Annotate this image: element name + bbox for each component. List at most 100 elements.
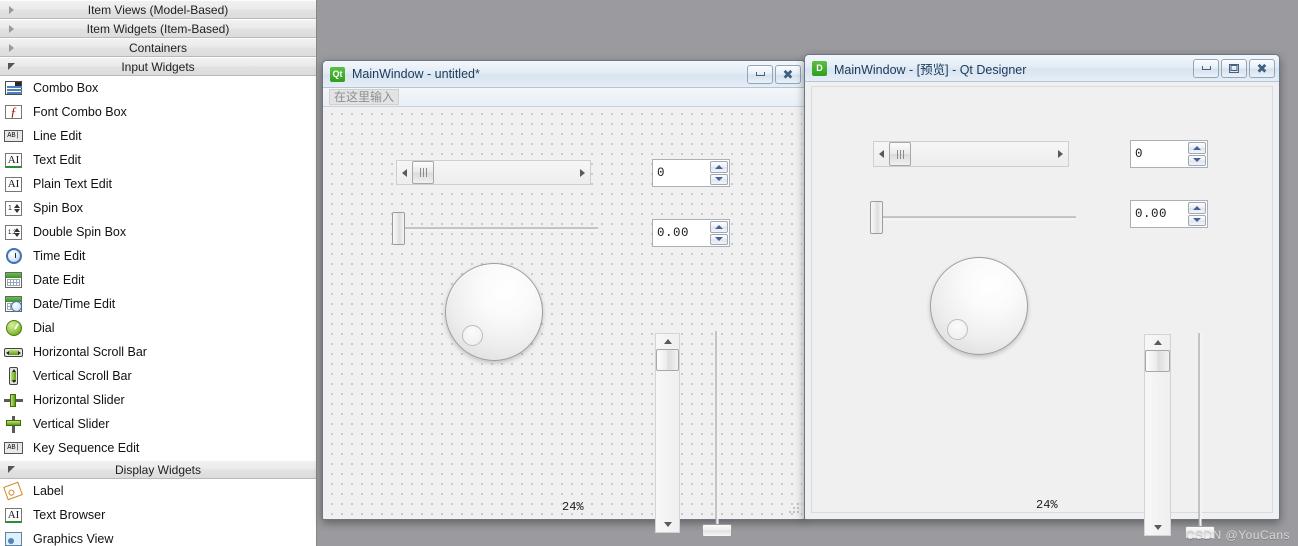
close-button[interactable]: ✖ <box>1249 58 1275 78</box>
group-input-widgets[interactable]: Input Widgets <box>0 57 316 76</box>
vertical-slider-widget[interactable] <box>702 331 732 537</box>
horizontal-scrollbar-widget[interactable] <box>396 160 591 185</box>
designer-window[interactable]: Qt MainWindow - untitled* ✖ 在这里输入 0 0.00… <box>322 60 806 537</box>
preview-titlebar[interactable]: D MainWindow - [预览] - Qt Designer ✖ <box>805 55 1279 82</box>
horizontal-slider-widget[interactable] <box>392 212 598 245</box>
widget-item-date-edit[interactable]: Date Edit <box>0 268 316 292</box>
progressbar-percent-label: 24% <box>1036 498 1058 512</box>
scroll-left-arrow-icon[interactable] <box>874 150 889 158</box>
dial-widget[interactable] <box>930 257 1028 355</box>
group-label: Input Widgets <box>121 59 195 74</box>
horizontal-scroll-bar-icon <box>3 343 25 361</box>
widget-item-time-edit[interactable]: Time Edit <box>0 244 316 268</box>
double-spinbox-widget[interactable]: 0.00 <box>652 219 730 247</box>
scrollbar-thumb[interactable] <box>889 142 911 166</box>
scroll-down-arrow-icon[interactable] <box>1153 520 1162 535</box>
designer-window-title: MainWindow - untitled* <box>352 67 480 81</box>
widget-item-line-edit[interactable]: AB| Line Edit <box>0 124 316 148</box>
double-spinbox-up-button[interactable] <box>710 221 728 233</box>
widget-item-text-browser[interactable]: AI Text Browser <box>0 503 316 527</box>
group-item-widgets[interactable]: Item Widgets (Item-Based) <box>0 19 316 38</box>
designer-titlebar[interactable]: Qt MainWindow - untitled* ✖ <box>323 61 805 88</box>
double-spinbox-down-button[interactable] <box>1188 214 1206 226</box>
double-spinbox-up-button[interactable] <box>1188 202 1206 214</box>
designer-logo-icon: D <box>812 60 827 76</box>
font-combo-box-icon: ƒ <box>3 103 25 121</box>
slider-handle[interactable] <box>392 212 405 245</box>
widget-item-vertical-slider[interactable]: Vertical Slider <box>0 412 316 436</box>
minimize-button[interactable] <box>747 64 773 84</box>
chevron-right-icon <box>0 43 22 52</box>
widget-item-vertical-scroll-bar[interactable]: Vertical Scroll Bar <box>0 364 316 388</box>
double-spinbox-down-button[interactable] <box>710 233 728 245</box>
scroll-right-arrow-icon[interactable] <box>575 168 590 177</box>
double-spinbox-steppers <box>1188 201 1207 227</box>
minimize-button[interactable] <box>1193 58 1219 78</box>
vertical-scrollbar-widget[interactable] <box>655 333 680 533</box>
widget-item-horizontal-scroll-bar[interactable]: Horizontal Scroll Bar <box>0 340 316 364</box>
widget-item-label: Horizontal Scroll Bar <box>33 345 147 359</box>
scroll-right-arrow-icon[interactable] <box>1053 150 1068 158</box>
widget-item-label: Dial <box>33 321 55 335</box>
widget-item-label: Font Combo Box <box>33 105 127 119</box>
date-edit-icon <box>3 271 25 289</box>
widget-item-spin-box[interactable]: 1 Spin Box <box>0 196 316 220</box>
widget-item-text-edit[interactable]: AI Text Edit <box>0 148 316 172</box>
designer-window-controls: ✖ <box>747 64 801 84</box>
combo-box-icon <box>3 79 25 97</box>
widget-item-combo-box[interactable]: Combo Box <box>0 76 316 100</box>
time-edit-icon <box>3 247 25 265</box>
widget-item-dial[interactable]: Dial <box>0 316 316 340</box>
vertical-scrollbar-thumb[interactable] <box>656 349 679 371</box>
scroll-left-arrow-icon[interactable] <box>397 168 412 177</box>
scroll-up-arrow-icon[interactable] <box>1153 335 1162 350</box>
horizontal-slider-widget[interactable] <box>870 201 1076 234</box>
widget-item-label[interactable]: Label <box>0 479 316 503</box>
group-containers[interactable]: Containers <box>0 38 316 57</box>
widget-item-plain-text-edit[interactable]: AI Plain Text Edit <box>0 172 316 196</box>
double-spinbox-value[interactable]: 0.00 <box>1135 207 1188 221</box>
close-button[interactable]: ✖ <box>775 64 801 84</box>
widget-item-label: Key Sequence Edit <box>33 441 140 455</box>
widget-item-font-combo-box[interactable]: ƒ Font Combo Box <box>0 100 316 124</box>
scrollbar-thumb[interactable] <box>412 161 434 184</box>
dial-widget[interactable] <box>445 263 543 361</box>
vertical-scrollbar-widget[interactable] <box>1144 334 1171 536</box>
widget-box-panel[interactable]: Item Views (Model-Based) Item Widgets (I… <box>0 0 317 546</box>
widget-item-graphics-view[interactable]: Graphics View <box>0 527 316 546</box>
scroll-down-arrow-icon[interactable] <box>663 517 672 532</box>
widget-item-date-time-edit[interactable]: Date/Time Edit <box>0 292 316 316</box>
spinbox-down-button[interactable] <box>710 173 728 185</box>
spinbox-value[interactable]: 0 <box>1135 147 1188 161</box>
double-spinbox-widget[interactable]: 0.00 <box>1130 200 1208 228</box>
group-item-views[interactable]: Item Views (Model-Based) <box>0 0 316 19</box>
group-display-widgets[interactable]: Display Widgets <box>0 460 316 479</box>
designer-menubar[interactable]: 在这里输入 <box>323 88 805 107</box>
plain-text-edit-icon: AI <box>3 175 25 193</box>
double-spinbox-value[interactable]: 0.00 <box>657 226 710 240</box>
designer-form-canvas[interactable]: 0 0.00 24% <box>326 108 802 537</box>
widget-item-key-sequence-edit[interactable]: AB| Key Sequence Edit <box>0 436 316 460</box>
slider-handle[interactable] <box>870 201 883 234</box>
spinbox-widget[interactable]: 0 <box>652 159 730 187</box>
menu-type-here-placeholder[interactable]: 在这里输入 <box>329 89 400 105</box>
maximize-button[interactable] <box>1221 58 1247 78</box>
spinbox-widget[interactable]: 0 <box>1130 140 1208 168</box>
widget-item-horizontal-slider[interactable]: Horizontal Slider <box>0 388 316 412</box>
size-grip[interactable] <box>786 500 799 513</box>
widget-item-double-spin-box[interactable]: 1.2 Double Spin Box <box>0 220 316 244</box>
preview-window[interactable]: D MainWindow - [预览] - Qt Designer ✖ 0 0.… <box>804 54 1280 539</box>
widget-item-label: Spin Box <box>33 201 84 215</box>
vertical-scrollbar-thumb[interactable] <box>1145 350 1170 372</box>
horizontal-scrollbar-widget[interactable] <box>873 141 1069 167</box>
spinbox-down-button[interactable] <box>1188 154 1206 166</box>
spinbox-up-button[interactable] <box>710 161 728 173</box>
vertical-slider-widget[interactable] <box>1185 333 1215 539</box>
vertical-slider-handle[interactable] <box>702 524 732 537</box>
spinbox-up-button[interactable] <box>1188 142 1206 154</box>
scroll-up-arrow-icon[interactable] <box>663 334 672 349</box>
spinbox-value[interactable]: 0 <box>657 166 710 180</box>
slider-track <box>870 216 1076 219</box>
label-icon <box>3 481 25 501</box>
double-spin-box-icon: 1.2 <box>3 223 25 241</box>
